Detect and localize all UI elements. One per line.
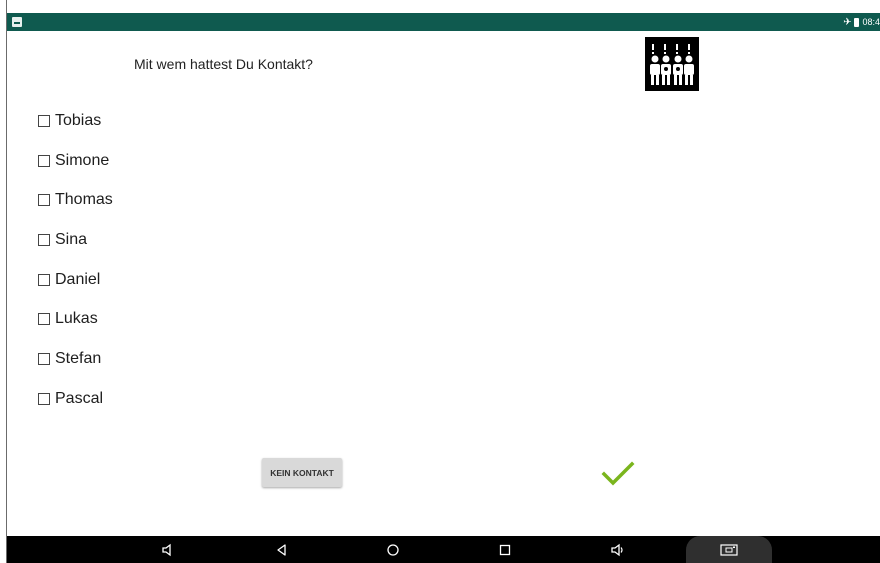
navigation-bar bbox=[7, 536, 880, 563]
contact-label: Sina bbox=[55, 230, 88, 248]
contact-list: Tobias Simone Thomas Sina Daniel Lukas S… bbox=[38, 101, 113, 419]
contact-option-stefan[interactable]: Stefan bbox=[38, 339, 113, 379]
recents-button[interactable] bbox=[490, 536, 520, 563]
back-icon bbox=[277, 543, 286, 556]
contact-label: Lukas bbox=[55, 310, 98, 328]
battery-icon bbox=[854, 17, 860, 27]
contact-label: Tobias bbox=[55, 111, 102, 129]
recents-icon bbox=[499, 544, 511, 555]
checkmark-icon bbox=[601, 461, 635, 486]
device-frame-edge bbox=[0, 0, 7, 563]
contact-label: Stefan bbox=[55, 349, 102, 367]
checkbox[interactable] bbox=[38, 392, 50, 405]
no-contact-button[interactable]: KEIN KONTAKT bbox=[262, 458, 342, 487]
screenshot-icon bbox=[720, 543, 738, 556]
volume-down-button[interactable] bbox=[153, 536, 183, 563]
volume-up-button[interactable] bbox=[603, 536, 633, 563]
airplane-mode-icon: ✈ bbox=[843, 16, 852, 28]
checkbox[interactable] bbox=[38, 114, 50, 127]
contact-label: Thomas bbox=[55, 191, 113, 209]
screenshot-button[interactable] bbox=[686, 536, 772, 563]
checkbox[interactable] bbox=[38, 233, 50, 246]
notification-icon bbox=[12, 17, 22, 27]
app-screen: ✈ 08:4 Mit wem hattest Du Kontakt? Tobia… bbox=[0, 0, 880, 563]
volume-down-icon bbox=[162, 543, 171, 556]
contact-option-sina[interactable]: Sina bbox=[38, 220, 113, 260]
contact-option-simone[interactable]: Simone bbox=[38, 141, 113, 181]
checkbox[interactable] bbox=[38, 154, 50, 167]
volume-up-icon bbox=[611, 543, 623, 556]
contact-option-thomas[interactable]: Thomas bbox=[38, 180, 113, 220]
contact-label: Pascal bbox=[55, 389, 104, 407]
contact-option-daniel[interactable]: Daniel bbox=[38, 260, 113, 300]
question-title: Mit wem hattest Du Kontakt? bbox=[134, 56, 313, 72]
home-icon bbox=[387, 543, 399, 556]
status-indicators: ✈ 08:4 bbox=[843, 15, 880, 29]
contact-label: Daniel bbox=[55, 270, 101, 288]
contact-label: Simone bbox=[55, 151, 110, 169]
confirm-button[interactable] bbox=[598, 456, 638, 492]
contact-option-pascal[interactable]: Pascal bbox=[38, 379, 113, 419]
back-button[interactable] bbox=[267, 536, 297, 563]
checkbox[interactable] bbox=[38, 352, 50, 365]
status-time: 08:4 bbox=[862, 17, 880, 27]
checkbox[interactable] bbox=[38, 194, 50, 207]
home-button[interactable] bbox=[378, 536, 408, 563]
checkbox[interactable] bbox=[38, 313, 50, 326]
status-bar: ✈ 08:4 bbox=[7, 13, 880, 31]
contact-option-lukas[interactable]: Lukas bbox=[38, 299, 113, 339]
contact-option-tobias[interactable]: Tobias bbox=[38, 101, 113, 141]
checkbox[interactable] bbox=[38, 273, 50, 286]
group-people-icon bbox=[645, 37, 699, 91]
